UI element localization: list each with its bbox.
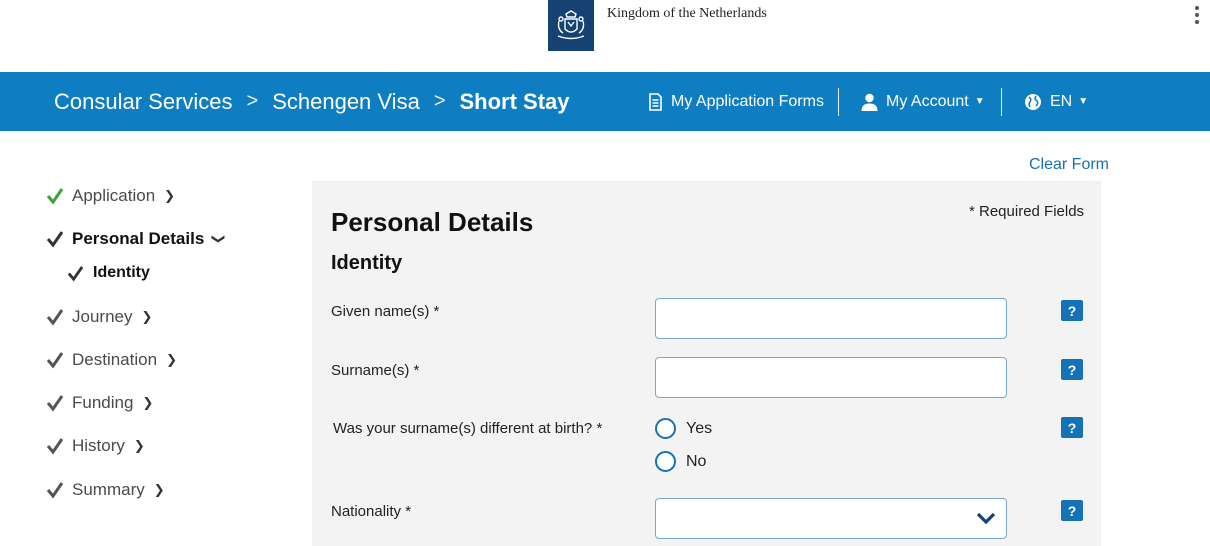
my-account-label: My Account (886, 92, 969, 110)
help-icon[interactable]: ? (1061, 359, 1083, 380)
surname-different-label: Was your surname(s) different at birth? … (333, 420, 603, 437)
kebab-menu-icon[interactable] (1190, 4, 1204, 26)
sidebar-item-label: Destination (72, 350, 158, 369)
sidebar-item-personal-details[interactable]: Personal Details ❯ (46, 229, 227, 249)
document-icon (649, 92, 662, 111)
sidebar-item-label: Personal Details (72, 229, 205, 248)
breadcrumb-separator-icon: > (433, 90, 446, 112)
sidebar-subitem-label: Identity (93, 264, 150, 281)
help-icon[interactable]: ? (1061, 417, 1083, 438)
language-label: EN (1050, 92, 1073, 110)
radio-no-circle[interactable] (655, 451, 676, 472)
checkmark-icon (46, 188, 64, 205)
sidebar-item-label: Funding (72, 393, 134, 412)
sidebar-item-summary[interactable]: Summary ❯ (46, 480, 165, 500)
sidebar-item-label: Journey (72, 307, 133, 326)
globe-icon (1025, 93, 1041, 110)
section-title: Identity (331, 252, 403, 274)
checkmark-icon (46, 482, 64, 499)
nav-divider (1001, 88, 1002, 116)
chevron-down-icon: ▼ (974, 96, 985, 107)
sidebar-item-journey[interactable]: Journey ❯ (46, 307, 152, 327)
breadcrumb: Consular Services > Schengen Visa > Shor… (54, 72, 570, 131)
help-icon[interactable]: ? (1061, 300, 1083, 321)
breadcrumb-short-stay: Short Stay (459, 88, 570, 114)
org-name: Kingdom of the Netherlands (607, 6, 767, 21)
required-fields-note: * Required Fields (969, 203, 1085, 220)
radio-no-label: No (686, 452, 707, 470)
checkmark-icon (46, 231, 64, 248)
user-icon (861, 93, 878, 111)
sidebar-item-funding[interactable]: Funding ❯ (46, 393, 153, 413)
chevron-down-icon (976, 512, 996, 525)
chevron-down-icon: ▼ (1078, 96, 1089, 107)
page-title: Personal Details (331, 207, 534, 237)
checkmark-icon (46, 309, 64, 326)
sidebar-item-label: History (72, 436, 125, 455)
my-application-forms-label: My Application Forms (671, 92, 824, 110)
radio-no[interactable]: No (655, 451, 706, 472)
radio-yes-label: Yes (686, 419, 713, 437)
surnames-input[interactable] (655, 357, 1007, 398)
sidebar-subitem-identity[interactable]: Identity (67, 264, 150, 282)
chevron-right-icon: ❯ (141, 309, 153, 324)
sidebar-item-application[interactable]: Application ❯ (46, 186, 175, 206)
breadcrumb-consular-services[interactable]: Consular Services (54, 89, 233, 115)
my-application-forms-link[interactable]: My Application Forms (648, 72, 824, 131)
chevron-right-icon: ❯ (142, 395, 154, 410)
nationality-label: Nationality * (331, 503, 412, 520)
help-icon[interactable]: ? (1061, 500, 1083, 521)
chevron-right-icon: ❯ (166, 352, 177, 367)
checkmark-icon (46, 395, 64, 412)
nationality-select[interactable] (655, 498, 1007, 539)
breadcrumb-schengen-visa[interactable]: Schengen Visa (272, 89, 420, 115)
my-account-menu[interactable]: My Account ▼ (861, 72, 985, 131)
checkmark-icon (46, 352, 64, 369)
royal-coat-of-arms-icon[interactable] (548, 0, 594, 51)
clear-form-link[interactable]: Clear Form (1029, 156, 1109, 174)
language-selector[interactable]: EN ▼ (1024, 72, 1088, 131)
chevron-right-icon: ❯ (164, 188, 176, 203)
sidebar-item-destination[interactable]: Destination ❯ (46, 350, 177, 370)
checkmark-icon (67, 265, 84, 282)
chevron-right-icon: ❯ (133, 438, 145, 453)
main-nav-bar: Consular Services > Schengen Visa > Shor… (0, 72, 1210, 131)
radio-yes-circle[interactable] (655, 418, 676, 439)
chevron-right-icon: ❯ (153, 482, 165, 497)
surnames-label: Surname(s) * (331, 362, 420, 379)
breadcrumb-separator-icon: > (246, 90, 259, 112)
given-names-input[interactable] (655, 298, 1007, 339)
sidebar-item-label: Summary (72, 480, 145, 499)
radio-yes[interactable]: Yes (655, 418, 712, 439)
sidebar-item-label: Application (72, 186, 156, 205)
nav-divider (838, 88, 839, 116)
given-names-label: Given name(s) * (331, 303, 440, 320)
chevron-down-icon: ❯ (211, 233, 227, 245)
checkmark-icon (46, 438, 64, 455)
top-header: Kingdom of the Netherlands (0, 0, 1210, 72)
sidebar-item-history[interactable]: History ❯ (46, 436, 145, 456)
